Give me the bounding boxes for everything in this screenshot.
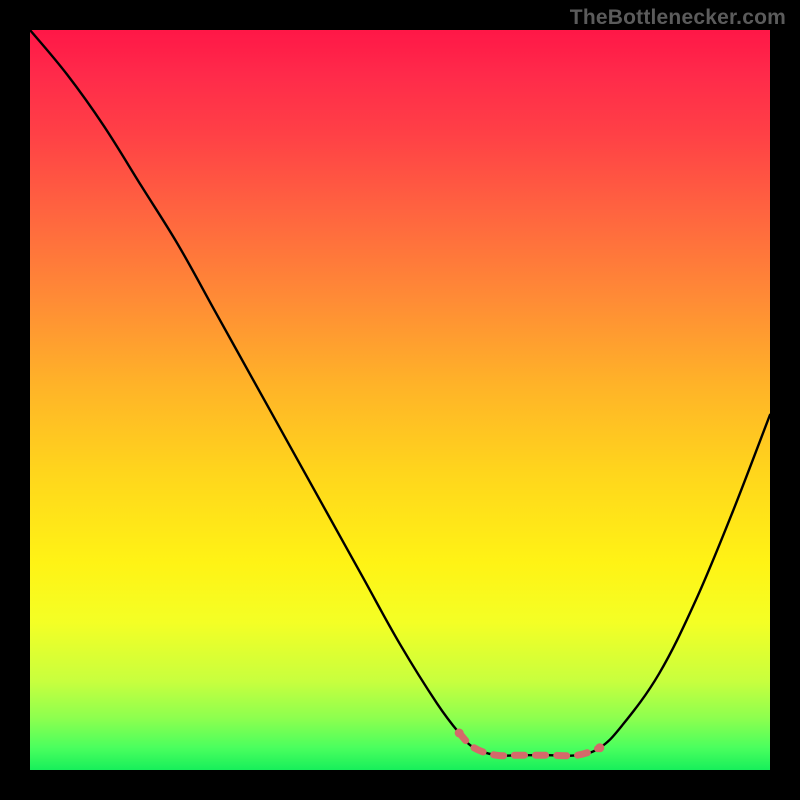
minimum-highlight xyxy=(459,733,600,756)
highlight-start-dot xyxy=(455,729,464,738)
chart-frame: TheBottleneсker.com xyxy=(0,0,800,800)
plot-area xyxy=(30,30,770,770)
watermark-text: TheBottleneсker.com xyxy=(570,6,786,30)
bottleneck-curve-svg xyxy=(30,30,770,770)
bottleneck-curve xyxy=(30,30,770,756)
highlight-end-dot xyxy=(595,743,604,752)
